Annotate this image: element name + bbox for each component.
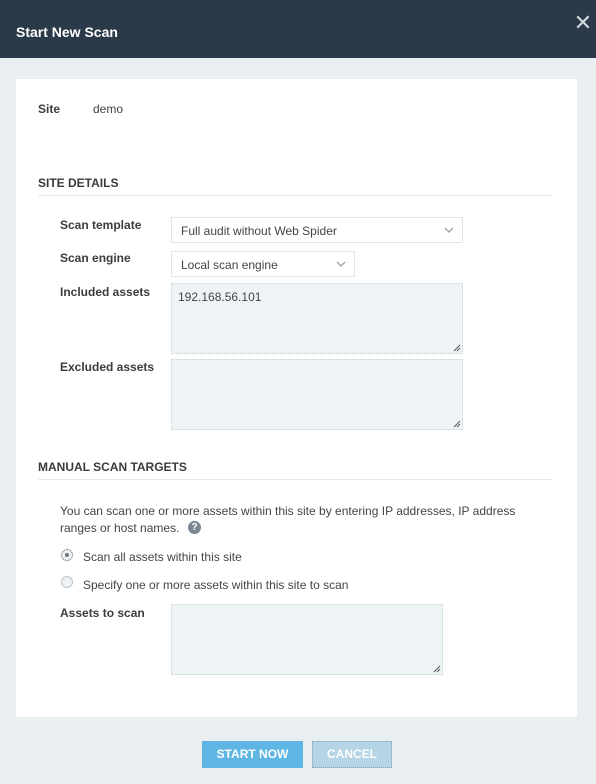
chevron-down-icon — [444, 227, 454, 233]
chevron-down-icon — [336, 261, 346, 267]
excluded-assets-textarea[interactable] — [171, 359, 463, 430]
start-now-button[interactable]: START NOW — [202, 741, 303, 768]
resize-grip-icon[interactable] — [432, 664, 441, 673]
scan-template-label: Scan template — [60, 218, 142, 232]
scan-all-assets-label[interactable]: Scan all assets within this site — [83, 550, 242, 564]
scan-engine-value: Local scan engine — [181, 258, 278, 272]
specify-assets-radio[interactable] — [61, 576, 73, 588]
site-label: Site — [38, 102, 61, 116]
scan-engine-label: Scan engine — [60, 251, 131, 265]
close-icon[interactable]: ✕ — [572, 10, 594, 36]
dialog-body: Site demo SITE DETAILS Scan template Ful… — [16, 79, 577, 717]
included-assets-textarea[interactable]: 192.168.56.101 — [171, 283, 463, 354]
site-details-heading: SITE DETAILS — [38, 176, 551, 196]
manual-targets-description-line1: You can scan one or more assets within t… — [60, 504, 516, 518]
site-value: demo — [93, 102, 124, 116]
resize-grip-icon[interactable] — [452, 343, 461, 352]
specify-assets-label[interactable]: Specify one or more assets within this s… — [83, 578, 348, 592]
scan-template-select[interactable]: Full audit without Web Spider — [171, 217, 463, 243]
scan-template-value: Full audit without Web Spider — [181, 224, 337, 238]
assets-to-scan-label: Assets to scan — [60, 606, 145, 620]
included-assets-value: 192.168.56.101 — [178, 290, 262, 304]
manual-scan-targets-heading: MANUAL SCAN TARGETS — [38, 460, 551, 480]
resize-grip-icon[interactable] — [452, 419, 461, 428]
scan-all-assets-radio[interactable] — [61, 549, 73, 561]
dialog-titlebar: Start New Scan ✕ — [0, 0, 596, 58]
scan-engine-select[interactable]: Local scan engine — [171, 251, 355, 277]
manual-targets-description-line2: ranges or host names. — [60, 521, 180, 535]
cancel-button[interactable]: CANCEL — [312, 741, 392, 768]
excluded-assets-label: Excluded assets — [60, 360, 155, 374]
dialog-title: Start New Scan — [16, 24, 118, 40]
included-assets-label: Included assets — [60, 285, 151, 299]
assets-to-scan-textarea[interactable] — [171, 604, 443, 675]
help-icon[interactable]: ? — [188, 521, 201, 534]
